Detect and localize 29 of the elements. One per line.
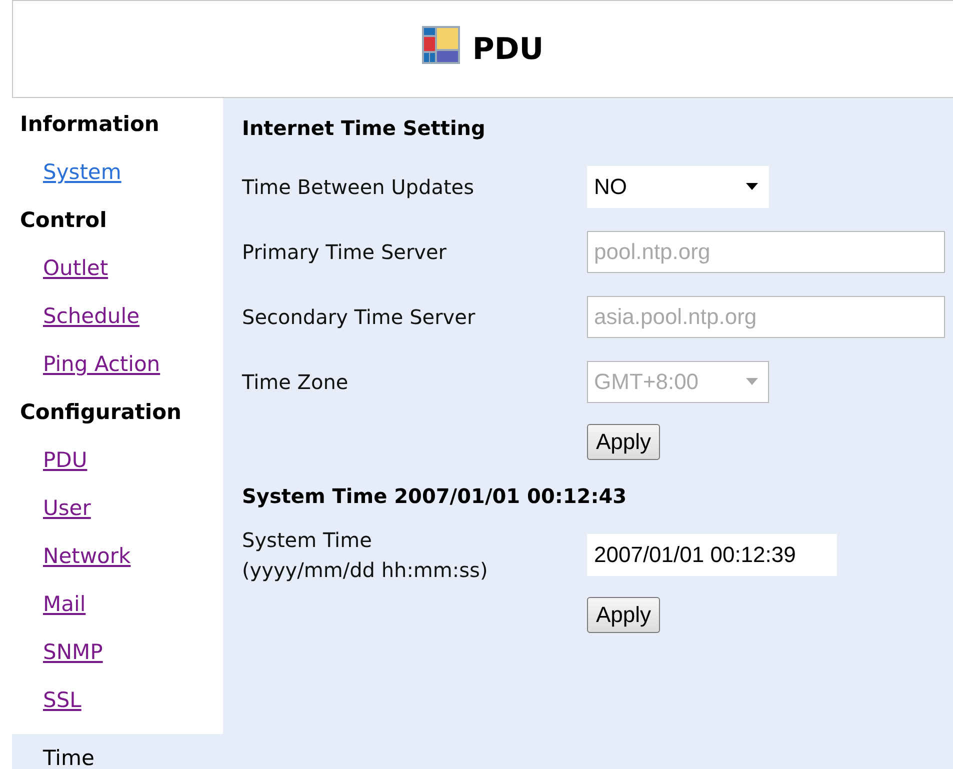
- sidebar-link[interactable]: Ping Action: [43, 352, 160, 376]
- sidebar-link[interactable]: Mail: [43, 592, 86, 616]
- sidebar-link[interactable]: PDU: [43, 448, 88, 472]
- sidebar-item[interactable]: Time: [12, 734, 223, 769]
- sidebar-link[interactable]: Outlet: [43, 256, 108, 280]
- dropdown[interactable]: NO: [587, 166, 769, 208]
- logo-icon: [422, 26, 460, 64]
- page-title: PDU: [472, 32, 544, 66]
- section-title: Internet Time Setting: [242, 116, 486, 142]
- sidebar-heading: Configuration: [19, 399, 182, 426]
- caret-icon: [746, 378, 758, 385]
- sidebar-link[interactable]: System: [43, 160, 122, 184]
- field-label: System Time (yyyy/mm/dd hh:mm:ss): [242, 526, 489, 584]
- caret-icon: [746, 183, 758, 190]
- sidebar-link[interactable]: Schedule: [43, 304, 140, 328]
- apply-button[interactable]: Apply: [587, 424, 660, 460]
- field-label: Secondary Time Server: [242, 304, 476, 330]
- sidebar-link[interactable]: SNMP: [43, 640, 103, 664]
- sidebar-link[interactable]: SSL: [43, 688, 82, 712]
- sidebar-link[interactable]: User: [43, 496, 91, 520]
- apply-button[interactable]: Apply: [587, 597, 660, 633]
- section-title: System Time 2007/01/01 00:12:43: [242, 484, 628, 510]
- input-field[interactable]: 2007/01/01 00:12:39: [587, 534, 837, 576]
- sidebar-heading: Control: [19, 207, 108, 234]
- field-label: Time Zone: [242, 368, 348, 396]
- field-label: Primary Time Server: [242, 238, 447, 266]
- field-label: Time Between Updates: [242, 174, 474, 200]
- sidebar-heading: Information: [19, 111, 160, 138]
- sidebar-link[interactable]: Network: [43, 544, 131, 568]
